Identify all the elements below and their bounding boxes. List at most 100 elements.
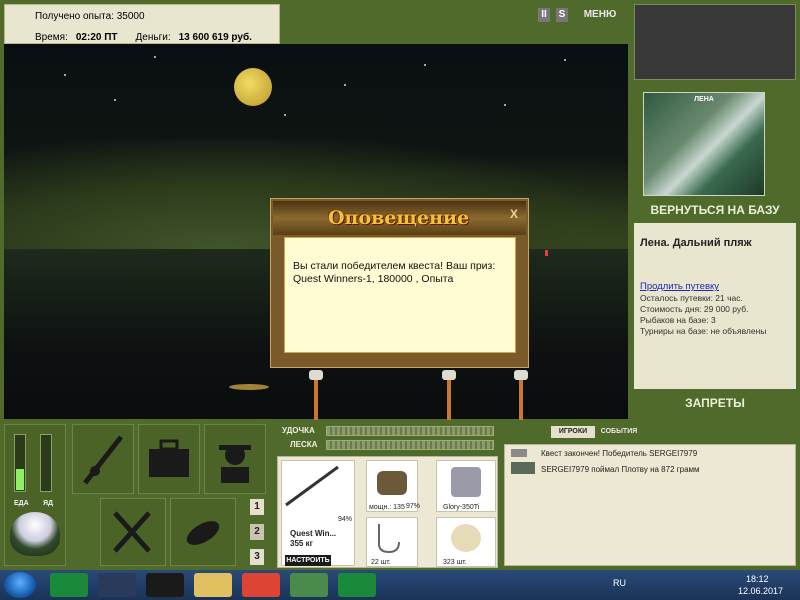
experience-text: Получено опыта: 35000 [35, 11, 145, 22]
bell-1[interactable] [309, 370, 323, 380]
rod-stand-3 [519, 378, 523, 420]
star [64, 74, 66, 76]
tackle-box-icon [149, 439, 189, 477]
fish-slot[interactable] [170, 498, 236, 566]
dialog-title: Оповещение [328, 207, 470, 229]
rod-stand-2 [447, 378, 451, 420]
star [564, 59, 566, 61]
time-value: 02:20 ПТ [75, 32, 118, 43]
base-image: ЛЕНА [643, 92, 765, 196]
return-to-base-button[interactable]: ВЕРНУТЬСЯ НА БАЗУ [634, 200, 796, 220]
moon [234, 68, 272, 106]
fisherman-slot[interactable] [204, 424, 266, 494]
equipment-panel: Quest Win... 355 кг 94% НАСТРОИТЬ мощн.:… [277, 456, 498, 568]
taskbar-app-fish-icon[interactable] [98, 573, 136, 597]
rod-percent: 94% [338, 516, 353, 523]
taskbar-explorer-icon[interactable] [194, 573, 232, 597]
food-pot-icon[interactable] [10, 512, 60, 556]
menu-button[interactable]: МЕНЮ [578, 8, 622, 22]
trip-remaining: Осталось путевки: 21 час. [640, 293, 743, 303]
event-item: SERGEI7979 поймал Плотву на 872 грамм [541, 465, 700, 474]
star [424, 64, 426, 66]
sound-button[interactable]: S [556, 8, 568, 22]
money-value: 13 600 619 руб. [178, 32, 252, 43]
line-name: Glory-350Ti [443, 504, 480, 511]
quest-icon [511, 449, 527, 457]
bell-3[interactable] [514, 370, 528, 380]
star [114, 99, 116, 101]
rod-icon [285, 465, 339, 507]
kitchen-slot[interactable] [100, 498, 166, 566]
map-preview [634, 4, 796, 80]
hooks-count: 22 шт. [371, 559, 391, 566]
line-spool-icon [451, 467, 481, 497]
location-title: Лена. Дальний пляж [640, 237, 752, 249]
tab-players[interactable]: ИГРОКИ [551, 426, 595, 438]
player-info-bar: Получено опыта: 35000 Время: 02:20 ПТ День… [4, 4, 280, 44]
poison-meter [40, 434, 52, 492]
taskbar-app-klev-icon[interactable] [146, 573, 184, 597]
star [504, 104, 506, 106]
rod-equipment-slot[interactable]: Quest Win... 355 кг 94% НАСТРОИТЬ [281, 460, 355, 566]
hook-slot[interactable]: 22 шт. [366, 517, 418, 567]
notification-dialog: Оповещение X Вы стали победителем квеста… [270, 198, 529, 368]
bait-dough-icon [451, 524, 481, 552]
extend-trip-link[interactable]: Продлить путевку [640, 281, 719, 292]
star [344, 84, 346, 86]
tournaments-info: Турниры на базе: не объявлены [640, 326, 767, 336]
moon-reflection [229, 384, 269, 390]
tackle-box-slot[interactable] [138, 424, 200, 494]
taskbar-chrome-icon[interactable] [242, 573, 280, 597]
food-meter [14, 434, 26, 492]
reel-power: мощн.: 135 [369, 504, 405, 511]
food-level [16, 468, 24, 490]
dialog-header: Оповещение X [273, 201, 526, 235]
close-icon[interactable]: X [510, 207, 518, 221]
rod-stand-1 [314, 378, 318, 420]
food-label: ЕДА [14, 500, 29, 507]
tab-events[interactable]: СОБЫТИЯ [597, 426, 641, 438]
fisherman-icon [219, 445, 251, 483]
day-cost: Стоимость дня: 29 000 руб. [640, 304, 749, 314]
dialog-message: Вы стали победителем квеста! Ваш приз: Q… [284, 237, 516, 353]
fishers-count: Рыбаков на базе: 3 [640, 315, 716, 325]
clock-time[interactable]: 18:12 [746, 574, 769, 584]
money-label: Деньги: [135, 32, 171, 43]
taskbar-app-butterfly-icon[interactable] [290, 573, 328, 597]
page-button-3[interactable]: 3 [250, 549, 264, 565]
bell-2[interactable] [442, 370, 456, 380]
events-panel: Квест закончен! Победитель SERGEI7979 SE… [504, 444, 796, 566]
hook-icon [378, 524, 400, 554]
setup-button[interactable]: НАСТРОИТЬ [285, 555, 331, 566]
rod-tension-bar [326, 426, 494, 436]
start-button[interactable] [4, 572, 36, 598]
rods-slot[interactable] [72, 424, 134, 494]
float-marker [545, 250, 548, 256]
line-slot[interactable]: Glory-350Ti [436, 460, 496, 512]
clock-date[interactable]: 12.06.2017 [738, 586, 783, 596]
taskbar-app-t2-icon[interactable] [338, 573, 376, 597]
bait-slot[interactable]: 323 шт. [436, 517, 496, 567]
location-info-panel: Лена. Дальний пляж Продлить путевку Оста… [634, 223, 796, 389]
fish-icon [186, 521, 220, 545]
reel-percent: 97% [406, 503, 421, 510]
rod-weight: 355 кг [290, 539, 313, 548]
pause-button[interactable]: II [538, 8, 550, 22]
base-image-caption: ЛЕНА [694, 96, 714, 103]
knife-fork-icon [113, 511, 151, 553]
star [284, 114, 286, 116]
time-label: Время: [35, 32, 68, 43]
line-tension-bar [326, 440, 494, 450]
taskbar-app-t-icon[interactable] [50, 573, 88, 597]
poison-label: ЯД [43, 500, 54, 507]
page-button-2[interactable]: 2 [250, 524, 264, 540]
fish-catch-icon [511, 462, 535, 474]
reel-icon [377, 471, 407, 495]
page-button-1[interactable]: 1 [250, 499, 264, 515]
bans-button[interactable]: ЗАПРЕТЫ [634, 396, 796, 414]
fishing-rod-icon [83, 435, 123, 485]
windows-taskbar: RU 18:12 12.06.2017 [0, 570, 800, 600]
rod-tension-label: УДОЧКА [282, 426, 315, 435]
language-indicator[interactable]: RU [613, 578, 626, 588]
star [154, 56, 156, 58]
